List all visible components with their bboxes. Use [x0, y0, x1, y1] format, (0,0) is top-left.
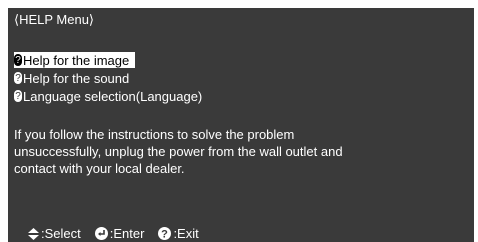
- menu-item-language[interactable]: ? Language selection(Language): [14, 88, 208, 104]
- help-question-icon: ?: [14, 90, 22, 102]
- exit-hint: ? :Exit: [158, 226, 199, 241]
- select-hint: :Select: [28, 226, 81, 241]
- menu-item-label: Help for the sound: [23, 70, 130, 86]
- key-hints: :Select :Enter ? :Exit: [28, 226, 213, 241]
- help-question-icon: ?: [14, 72, 22, 84]
- message-line: contact with your local dealer.: [14, 161, 185, 176]
- menu-item-help-sound[interactable]: ? Help for the sound: [14, 70, 135, 86]
- menu-title: ⟨HELP Menu⟩: [14, 12, 94, 27]
- menu-item-label: Language selection(Language): [23, 88, 203, 104]
- menu-item-help-image[interactable]: ? Help for the image: [14, 52, 136, 68]
- exit-hint-label: :Exit: [173, 226, 199, 241]
- help-icon: ?: [158, 227, 172, 241]
- enter-icon: [94, 227, 108, 240]
- message-line: If you follow the instructions to solve …: [14, 127, 295, 142]
- enter-hint-label: :Enter: [109, 226, 145, 241]
- svg-text:?: ?: [162, 229, 169, 241]
- enter-hint: :Enter: [94, 226, 145, 241]
- help-menu-panel: ⟨HELP Menu⟩ ? Help for the image ? Help …: [8, 8, 474, 242]
- help-message: If you follow the instructions to solve …: [14, 126, 454, 177]
- up-down-arrows-icon: [28, 227, 39, 240]
- help-menu-list: ? Help for the image ? Help for the soun…: [14, 52, 208, 106]
- message-line: unsuccessfully, unplug the power from th…: [14, 144, 343, 159]
- select-hint-label: :Select: [41, 226, 81, 241]
- help-question-icon: ?: [14, 54, 22, 66]
- menu-item-label: Help for the image: [23, 52, 130, 68]
